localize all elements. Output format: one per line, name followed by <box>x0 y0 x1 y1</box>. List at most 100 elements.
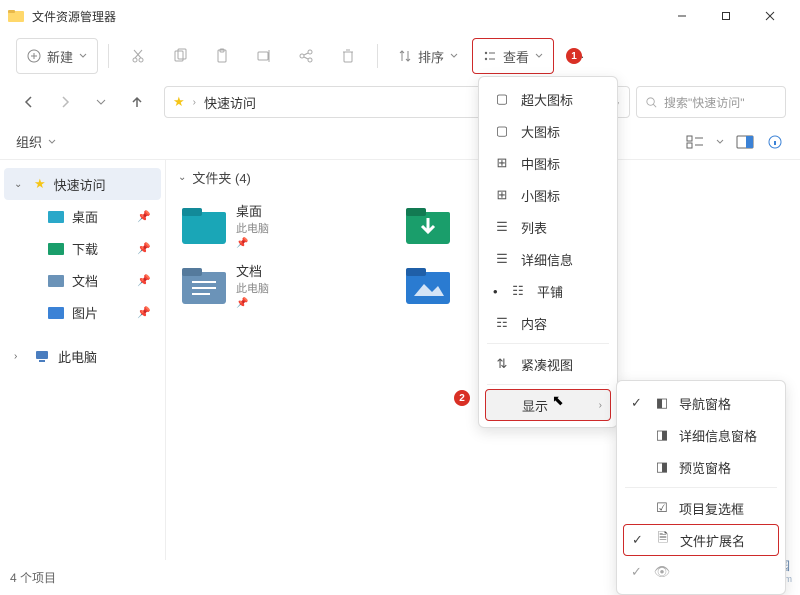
menu-item-small[interactable]: ⊞小图标 <box>485 179 611 211</box>
list-icon: ☰ <box>493 219 511 235</box>
menu-item-show[interactable]: 显示 › <box>485 389 611 421</box>
view-menu: ▢超大图标 ▢大图标 ⊞中图标 ⊞小图标 ☰列表 ☰详细信息 •☷平铺 ☶内容 … <box>478 76 618 428</box>
status-bar: 4 个项目 <box>10 569 56 586</box>
sidebar-quick-access[interactable]: ⌄ ★ 快速访问 <box>4 168 161 200</box>
copy-button[interactable] <box>161 38 199 74</box>
share-button[interactable] <box>287 38 325 74</box>
minimize-button[interactable] <box>660 1 704 31</box>
menu-item-medium[interactable]: ⊞中图标 <box>485 147 611 179</box>
sidebar: ⌄ ★ 快速访问 桌面 📌 下载 📌 文档 📌 <box>0 160 165 560</box>
show-submenu: ✓◧导航窗格 ◨详细信息窗格 ◨预览窗格 ☑项目复选框 ✓🗎文件扩展名 ✓👁 <box>616 380 786 595</box>
sidebar-item-pictures[interactable]: 图片 📌 <box>18 296 161 328</box>
sidebar-item-downloads[interactable]: 下载 📌 <box>18 232 161 264</box>
separator <box>487 384 609 385</box>
recent-button[interactable] <box>86 87 116 117</box>
sidebar-item-documents[interactable]: 文档 📌 <box>18 264 161 296</box>
chevron-right-icon: › <box>193 97 196 108</box>
checkbox-icon: ☑ <box>653 500 671 516</box>
titlebar: 文件资源管理器 <box>0 0 800 32</box>
folder-icon <box>182 206 226 244</box>
menu-item-previewpane[interactable]: ◨预览窗格 <box>623 451 779 483</box>
menu-item-tiles[interactable]: •☷平铺 <box>485 275 611 307</box>
bullet-icon: • <box>493 284 499 299</box>
menu-item-navpane[interactable]: ✓◧导航窗格 <box>623 387 779 419</box>
rename-button[interactable] <box>245 38 283 74</box>
search-icon <box>645 96 658 109</box>
pin-icon: 📌 <box>137 306 151 319</box>
arrow-right-icon <box>58 95 72 109</box>
chevron-down-icon <box>535 52 543 60</box>
folder-item-documents[interactable]: 文档 此电脑 📌 <box>178 257 398 313</box>
menu-item-large[interactable]: ▢大图标 <box>485 115 611 147</box>
menu-item-details[interactable]: ☰详细信息 <box>485 243 611 275</box>
separator <box>377 44 378 68</box>
cut-icon <box>130 48 146 64</box>
menu-item-checkboxes[interactable]: ☑项目复选框 <box>623 492 779 524</box>
copy-icon <box>172 48 188 64</box>
annotation-badge-2: 2 <box>454 390 470 406</box>
sidebar-thispc[interactable]: › 此电脑 <box>4 340 161 372</box>
menu-item-extralarge[interactable]: ▢超大图标 <box>485 83 611 115</box>
chevron-down-icon <box>716 138 724 146</box>
details-view-icon[interactable] <box>686 135 704 149</box>
sidebar-label: 快速访问 <box>54 175 151 194</box>
preview-pane-icon[interactable] <box>736 135 754 149</box>
folder-icon <box>406 266 450 304</box>
paste-button[interactable] <box>203 38 241 74</box>
menu-item-list[interactable]: ☰列表 <box>485 211 611 243</box>
search-input[interactable]: 搜索"快速访问" <box>636 86 786 118</box>
pin-icon: 📌 <box>137 210 151 223</box>
menu-item-hidden[interactable]: ✓👁 <box>623 556 779 588</box>
pin-icon: 📌 <box>236 298 269 309</box>
menu-item-extensions[interactable]: ✓🗎文件扩展名 <box>623 524 779 556</box>
separator <box>487 343 609 344</box>
search-placeholder: 搜索"快速访问" <box>664 94 745 111</box>
check-icon: ✓ <box>632 532 646 548</box>
delete-button[interactable] <box>329 38 367 74</box>
grid-icon: ⊞ <box>493 155 511 171</box>
toolbar: 新建 排序 查看 ··· <box>0 32 800 80</box>
folder-icon <box>48 273 64 287</box>
menu-item-content[interactable]: ☶内容 <box>485 307 611 339</box>
new-button[interactable]: 新建 <box>16 38 98 74</box>
close-button[interactable] <box>748 1 792 31</box>
grid-icon: ▢ <box>493 123 511 139</box>
chevron-down-icon: ⌄ <box>178 172 186 183</box>
star-icon: ★ <box>34 176 46 192</box>
back-button[interactable] <box>14 87 44 117</box>
sort-button[interactable]: 排序 <box>388 38 468 74</box>
view-button[interactable]: 查看 <box>472 38 554 74</box>
plus-icon <box>27 49 41 63</box>
sort-label: 排序 <box>418 47 444 66</box>
chevron-down-icon <box>96 97 106 107</box>
separator <box>108 44 109 68</box>
folder-icon <box>48 305 64 319</box>
sidebar-item-desktop[interactable]: 桌面 📌 <box>18 200 161 232</box>
maximize-button[interactable] <box>704 1 748 31</box>
folder-item-desktop[interactable]: 桌面 此电脑 📌 <box>178 197 398 253</box>
tiles-icon: ☷ <box>509 283 527 299</box>
separator <box>625 487 777 488</box>
folder-icon <box>182 266 226 304</box>
organize-label[interactable]: 组织 <box>16 132 42 151</box>
grid-icon: ▢ <box>493 91 511 107</box>
breadcrumb[interactable]: 快速访问 <box>204 93 256 112</box>
up-button[interactable] <box>122 87 152 117</box>
info-icon[interactable] <box>766 135 784 149</box>
annotation-badge-1: 1 <box>566 48 582 64</box>
arrow-up-icon <box>130 95 144 109</box>
rename-icon <box>256 48 272 64</box>
pin-icon: 📌 <box>137 242 151 255</box>
nav-row: ★ › 快速访问 搜索"快速访问" <box>0 80 800 124</box>
pane-icon: ◨ <box>653 459 671 475</box>
menu-item-compact[interactable]: ⇅紧凑视图 <box>485 348 611 380</box>
app-icon <box>8 8 24 24</box>
folder-icon <box>406 206 450 244</box>
subbar: 组织 <box>0 124 800 160</box>
folder-icon <box>48 241 64 255</box>
file-icon: 🗎 <box>654 529 672 551</box>
chevron-right-icon: › <box>599 400 602 411</box>
menu-item-detailspane[interactable]: ◨详细信息窗格 <box>623 419 779 451</box>
cut-button[interactable] <box>119 38 157 74</box>
forward-button[interactable] <box>50 87 80 117</box>
